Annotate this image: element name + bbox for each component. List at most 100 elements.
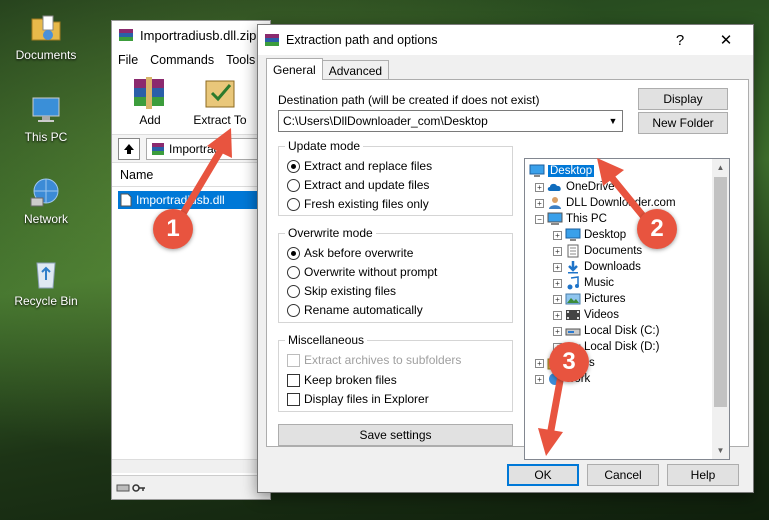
checkbox-indicator[interactable]	[287, 392, 300, 406]
winrar-path-bar: Importradiu	[112, 135, 270, 163]
expand-icon[interactable]: +	[553, 262, 562, 272]
expand-icon[interactable]: +	[553, 278, 562, 288]
radio-indicator[interactable]	[287, 265, 300, 279]
tab-advanced[interactable]: Advanced	[321, 60, 390, 80]
videos-icon	[566, 310, 580, 320]
expand-icon[interactable]: +	[535, 182, 544, 192]
winrar-status-bar	[112, 475, 270, 499]
file-list-hscroll[interactable]	[112, 459, 270, 473]
user-icon	[549, 197, 561, 209]
radio-overwrite-without[interactable]: Overwrite without prompt	[287, 265, 437, 279]
expand-icon[interactable]: +	[535, 198, 544, 208]
radio-fresh-existing[interactable]: Fresh existing files only	[287, 197, 429, 211]
destination-path-input[interactable]: C:\Users\DllDownloader_com\Desktop ▼	[278, 110, 623, 132]
extract-to-button[interactable]: Extract To	[188, 75, 252, 134]
radio-extract-update[interactable]: Extract and update files	[287, 178, 429, 192]
radio-indicator[interactable]	[287, 284, 300, 298]
scroll-up-icon[interactable]: ▲	[712, 159, 729, 176]
radio-indicator[interactable]	[287, 246, 300, 260]
radio-indicator[interactable]	[287, 197, 300, 211]
winrar-title-bar[interactable]: Importradiusb.dll.zip	[112, 21, 270, 49]
scroll-thumb[interactable]	[714, 177, 727, 407]
expand-icon[interactable]: +	[553, 230, 562, 240]
desktop-icon-this-pc[interactable]: This PC	[0, 94, 92, 144]
tree-node-label: Desktop	[584, 229, 627, 241]
expand-icon[interactable]: +	[535, 358, 544, 368]
step-badge-1: 1	[153, 209, 193, 249]
desktop-icon-documents[interactable]: Documents	[0, 12, 92, 62]
save-settings-button[interactable]: Save settings	[278, 424, 513, 446]
drive-icon	[565, 328, 581, 336]
expand-icon[interactable]: +	[553, 310, 562, 320]
tree-node-local-disk-c[interactable]: + Local Disk (C:)	[553, 323, 659, 339]
new-folder-button[interactable]: New Folder	[638, 112, 728, 134]
tree-node-label: Local Disk (C:)	[584, 325, 660, 337]
scroll-down-icon[interactable]: ▼	[712, 442, 729, 459]
up-arrow-icon	[124, 143, 134, 154]
menu-tools[interactable]: Tools	[226, 53, 255, 67]
extraction-dialog[interactable]: Extraction path and options ? ✕ General …	[257, 24, 754, 493]
close-button[interactable]: ✕	[706, 25, 746, 55]
radio-skip-existing[interactable]: Skip existing files	[287, 284, 396, 298]
save-settings-label: Save settings	[359, 428, 432, 442]
tree-node-this-pc[interactable]: − This PC	[535, 211, 607, 227]
ok-button[interactable]: OK	[507, 464, 579, 486]
collapse-icon[interactable]: −	[535, 214, 544, 224]
tree-node-pictures[interactable]: + Pictures	[553, 291, 626, 307]
up-folder-button[interactable]	[118, 137, 140, 160]
onedrive-icon	[547, 183, 561, 191]
expand-icon[interactable]: +	[553, 326, 562, 336]
column-header-name[interactable]: Name	[112, 163, 270, 187]
desktop-icon-label: Network	[23, 212, 68, 226]
radio-indicator[interactable]	[287, 303, 300, 317]
help-title-button[interactable]: ?	[660, 25, 700, 55]
dialog-title-bar[interactable]: Extraction path and options ? ✕	[258, 25, 753, 55]
radio-extract-replace[interactable]: Extract and replace files	[287, 159, 432, 173]
desktop-icon-network[interactable]: Network	[0, 176, 92, 226]
desktop-icon-recycle-bin[interactable]: Recycle Bin	[0, 258, 92, 308]
recycle-bin-icon	[36, 262, 56, 289]
check-display-explorer[interactable]: Display files in Explorer	[287, 392, 429, 406]
menu-file[interactable]: File	[118, 53, 138, 67]
radio-ask-before[interactable]: Ask before overwrite	[287, 246, 413, 260]
archive-path-field[interactable]: Importradiu	[146, 137, 270, 160]
tree-scrollbar[interactable]: ▲ ▼	[712, 159, 729, 459]
expand-icon[interactable]: +	[553, 294, 562, 304]
add-button[interactable]: Add	[118, 75, 182, 134]
winrar-window[interactable]: Importradiusb.dll.zip File Commands Tool…	[111, 20, 271, 500]
tree-node-label: Pictures	[584, 293, 626, 305]
check-keep-broken[interactable]: Keep broken files	[287, 373, 397, 387]
new-folder-button-label: New Folder	[652, 116, 714, 130]
option-label: Fresh existing files only	[304, 197, 429, 211]
tree-node-music[interactable]: + Music	[553, 275, 614, 291]
miscellaneous-title: Miscellaneous	[285, 333, 368, 347]
expand-icon[interactable]: +	[535, 374, 544, 384]
option-label: Extract archives to subfolders	[304, 353, 462, 367]
add-label: Add	[139, 113, 161, 127]
tree-node-downloads[interactable]: + Downloads	[553, 259, 641, 275]
archive-path-text: Importradiu	[169, 141, 230, 156]
pictures-icon	[565, 293, 581, 305]
tree-node-pc-desktop[interactable]: + Desktop	[553, 227, 626, 243]
tab-label: Advanced	[328, 63, 383, 78]
file-list-row[interactable]: Importradiusb.dll	[118, 191, 266, 209]
display-button[interactable]: Display	[638, 88, 728, 110]
destination-path-value: C:\Users\DllDownloader_com\Desktop	[283, 114, 488, 128]
radio-rename-auto[interactable]: Rename automatically	[287, 303, 423, 317]
radio-indicator[interactable]	[287, 159, 300, 173]
cancel-button[interactable]: Cancel	[587, 464, 659, 486]
radio-indicator[interactable]	[287, 178, 300, 192]
help-button[interactable]: Help	[667, 464, 739, 486]
tree-node-onedrive[interactable]: + OneDrive	[535, 179, 615, 195]
folder-tree[interactable]: Desktop + OneDrive + DLL Downloader.com …	[524, 158, 730, 460]
tree-node-desktop[interactable]: Desktop	[529, 163, 595, 179]
expand-icon[interactable]: +	[553, 246, 562, 256]
checkbox-indicator[interactable]	[287, 373, 300, 387]
tab-general[interactable]: General	[266, 58, 323, 80]
desktop-icon-label: Documents	[15, 48, 77, 62]
file-name: Importradiusb.dll	[136, 193, 225, 207]
tree-node-documents[interactable]: + Documents	[553, 243, 642, 259]
tree-node-videos[interactable]: + Videos	[553, 307, 619, 323]
chevron-down-icon[interactable]: ▼	[604, 111, 622, 131]
menu-commands[interactable]: Commands	[150, 53, 214, 67]
